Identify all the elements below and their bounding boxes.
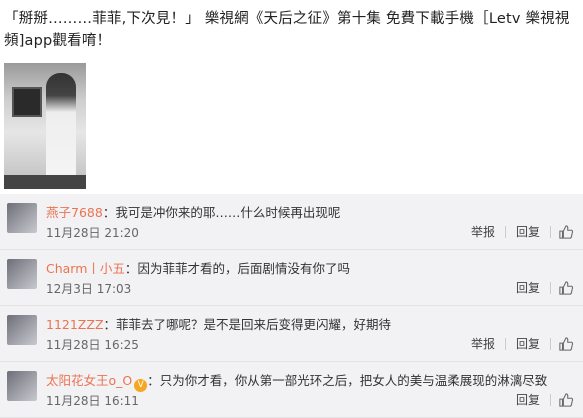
comment-line: 1121ZZZ：菲菲去了哪呢？是不是回来后变得更闪耀，好期待 (46, 314, 391, 333)
image-table-shape (4, 175, 86, 189)
comment-item: 1121ZZZ：菲菲去了哪呢？是不是回来后变得更闪耀，好期待 11月28日 16… (0, 306, 583, 362)
avatar[interactable] (7, 259, 37, 289)
comment-list: 燕子7688：我可是冲你来的耶……什么时候再出现呢 11月28日 21:20 举… (0, 194, 583, 418)
comment-line: Charm丨小五：因为菲菲才看的，后面剧情没有你了吗 (46, 258, 350, 277)
like-button[interactable] (551, 336, 573, 351)
comment-author[interactable]: Charm丨小五 (46, 261, 125, 276)
comment-date: 12月3日 17:03 (46, 282, 132, 296)
comment-author[interactable]: 燕子7688 (46, 205, 103, 220)
avatar[interactable] (7, 203, 37, 233)
comment-actions: 举报 回复 (461, 335, 573, 352)
comment-line: 太阳花女王o_O V ：只为你才看，你从第一部光环之后，把女人的美与温柔展现的淋漓尽… (46, 370, 547, 392)
comment-date: 11月28日 16:11 (46, 394, 139, 408)
comment-actions: 回复 (506, 279, 573, 296)
like-button[interactable] (551, 392, 573, 407)
comment-line: 燕子7688：我可是冲你来的耶……什么时候再出现呢 (46, 202, 340, 221)
comment-separator: ： (147, 373, 160, 388)
post-text: 「掰掰………菲菲,下次見！」 樂視網《天后之征》第十集 免費下載手機［Letv … (4, 11, 570, 49)
comment-date: 11月28日 21:20 (46, 226, 139, 240)
member-badge-icon: V (134, 379, 148, 392)
comment-author[interactable]: 太阳花女王o_O (46, 373, 132, 388)
thumbs-up-icon (559, 224, 573, 239)
post-image[interactable] (4, 63, 86, 189)
avatar[interactable] (7, 315, 37, 345)
comment-separator: ： (102, 205, 116, 220)
report-button[interactable]: 举报 (461, 223, 505, 240)
image-figure-shape (46, 73, 76, 185)
comment-text: 因为菲菲才看的，后面剧情没有你了吗 (137, 261, 350, 276)
reply-button[interactable]: 回复 (506, 335, 550, 352)
reply-button[interactable]: 回复 (506, 279, 550, 296)
avatar[interactable] (7, 371, 37, 401)
like-button[interactable] (551, 224, 573, 239)
comment-actions: 回复 (506, 391, 573, 408)
thumbs-up-icon (559, 336, 573, 351)
comment-text: 我可是冲你来的耶……什么时候再出现呢 (115, 205, 341, 220)
thumbs-up-icon (559, 392, 573, 407)
like-button[interactable] (551, 280, 573, 295)
reply-button[interactable]: 回复 (506, 391, 550, 408)
image-window-shape (12, 87, 42, 117)
reply-button[interactable]: 回复 (506, 223, 550, 240)
comment-item: 燕子7688：我可是冲你来的耶……什么时候再出现呢 11月28日 21:20 举… (0, 194, 583, 250)
thumbs-up-icon (559, 280, 573, 295)
comment-author[interactable]: 1121ZZZ (46, 317, 104, 332)
comment-actions: 举报 回复 (461, 223, 573, 240)
comment-text: 只为你才看，你从第一部光环之后，把女人的美与温柔展现的淋漓尽致 (159, 373, 548, 388)
comment-item: Charm丨小五：因为菲菲才看的，后面剧情没有你了吗 12月3日 17:03 回… (0, 250, 583, 306)
comment-text: 菲菲去了哪呢？是不是回来后变得更闪耀，好期待 (116, 317, 392, 332)
comment-separator: ： (124, 261, 138, 276)
comment-item: 太阳花女王o_O V ：只为你才看，你从第一部光环之后，把女人的美与温柔展现的淋漓尽… (0, 362, 583, 418)
report-button[interactable]: 举报 (461, 335, 505, 352)
comment-separator: ： (103, 317, 117, 332)
comment-date: 11月28日 16:25 (46, 338, 139, 352)
